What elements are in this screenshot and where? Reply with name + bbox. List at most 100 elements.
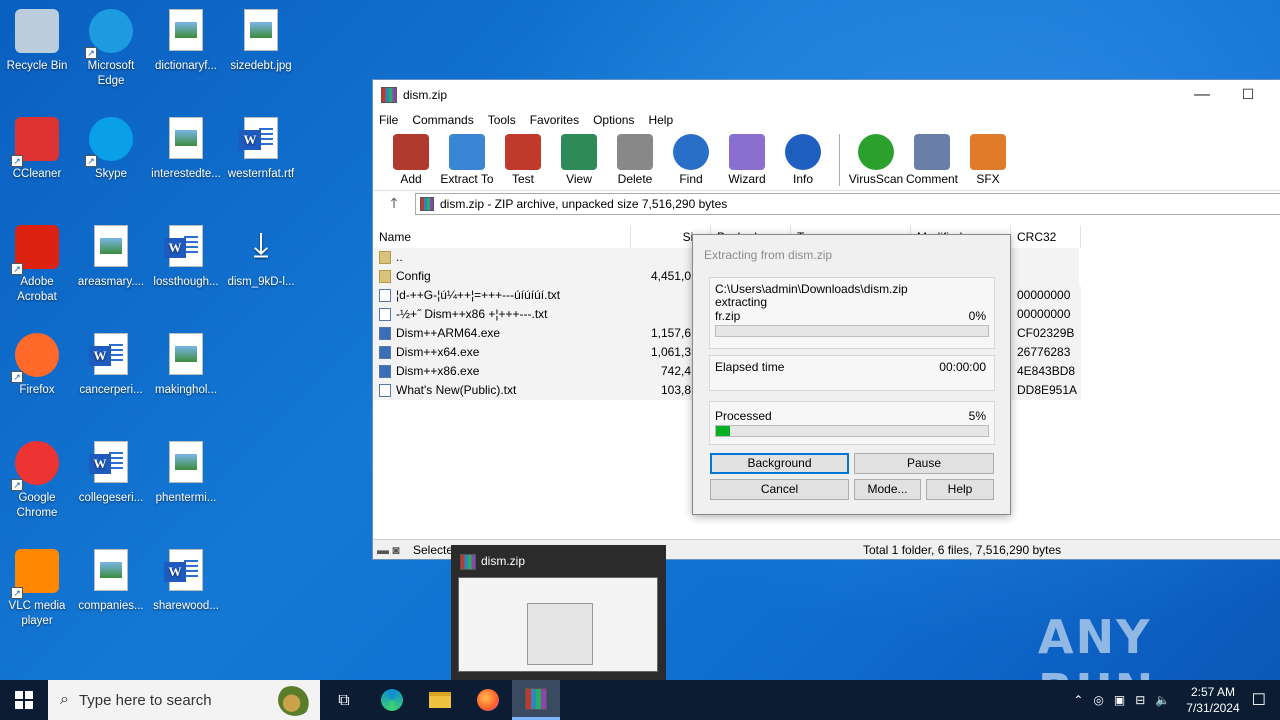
desktop-icon[interactable]: ↗ Google Chrome <box>0 437 74 521</box>
desktop-icon[interactable]: makinghol... <box>149 329 223 398</box>
desktop-icon[interactable]: areasmary.... <box>74 221 148 290</box>
start-button[interactable] <box>0 680 48 720</box>
search-box[interactable]: ⌕ Type here to search <box>48 680 320 720</box>
toolbar-button-wizard[interactable]: Wizard <box>719 134 775 186</box>
desktop-icon[interactable]: ⤓ dism_9kD-l... <box>224 221 298 290</box>
desktop-icon[interactable]: ↗ Microsoft Edge <box>74 5 148 89</box>
notification-icon[interactable]: ☐ <box>1252 690 1266 710</box>
find-icon <box>673 134 709 170</box>
toolbar-button-find[interactable]: Find <box>663 134 719 186</box>
taskbar-winrar[interactable] <box>512 680 560 720</box>
dialog-title: Extracting from dism.zip <box>704 248 833 262</box>
file-name: Config <box>396 269 431 283</box>
menu-item[interactable]: Options <box>593 113 634 127</box>
desktop-icon[interactable]: companies... <box>74 545 148 614</box>
toolbar-label: Comment <box>905 172 958 186</box>
task-view-button[interactable]: ⧉ <box>320 680 368 720</box>
file-crc: 00000000 <box>1011 286 1081 305</box>
taskbar-firefox[interactable] <box>464 680 512 720</box>
taskbar: ⌕ Type here to search ⧉ ⌃ ◎ ▣ ⊟ 🔈 2:57 A… <box>0 680 1280 720</box>
desktop-icon[interactable]: Wcollegeseri... <box>74 437 148 506</box>
text-file-icon <box>379 384 391 397</box>
file-name: Dism++x86.exe <box>396 364 480 378</box>
taskbar-explorer[interactable] <box>416 680 464 720</box>
extract-icon <box>449 134 485 170</box>
desktop-icon[interactable]: Wlossthough... <box>149 221 223 290</box>
menu-item[interactable]: Help <box>648 113 673 127</box>
desktop-icon[interactable]: ↗ Firefox <box>0 329 74 398</box>
desktop-icon[interactable]: ↗ VLC media player <box>0 545 74 629</box>
toolbar-button-comment[interactable]: Comment <box>904 134 960 186</box>
toolbar-button-view[interactable]: View <box>551 134 607 186</box>
toolbar-button-test[interactable]: Test <box>495 134 551 186</box>
desktop-icon[interactable]: sizedebt.jpg <box>224 5 298 74</box>
desktop-icon-label: collegeseri... <box>78 492 144 504</box>
column-name[interactable]: Name <box>373 226 631 248</box>
desktop-icon-label: Recycle Bin <box>6 60 68 72</box>
toolbar-label: VirusScan <box>848 172 904 186</box>
menu-item[interactable]: Favorites <box>530 113 579 127</box>
network-icon[interactable]: ◎ <box>1093 693 1103 707</box>
background-button[interactable]: Background <box>710 453 849 474</box>
toolbar-button-virusscan[interactable]: VirusScan <box>848 134 904 186</box>
mode-button[interactable]: Mode... <box>854 479 921 500</box>
desktop-icon[interactable]: ↗ Adobe Acrobat <box>0 221 74 305</box>
menu-item[interactable]: File <box>379 113 398 127</box>
up-arrow-icon[interactable]: ↑ <box>373 196 415 212</box>
minimize-button[interactable]: — <box>1187 86 1217 104</box>
ethernet-icon[interactable]: ⊟ <box>1135 693 1145 707</box>
chrome-icon: ↗ <box>11 441 61 491</box>
exe-file-icon <box>379 327 391 340</box>
firefox-icon: ↗ <box>11 333 61 383</box>
clock[interactable]: 2:57 AM 7/31/2024 <box>1186 684 1239 716</box>
file-name: Dism++ARM64.exe <box>396 326 501 340</box>
desktop-icon[interactable]: Wwesternfat.rtf <box>224 113 298 182</box>
maximize-button[interactable]: ☐ <box>1233 86 1263 103</box>
exe-file-icon <box>379 365 391 378</box>
desktop-icon[interactable]: ↗ CCleaner <box>0 113 74 182</box>
toolbar-button-add[interactable]: Add <box>383 134 439 186</box>
chevron-up-icon[interactable]: ⌃ <box>1073 693 1083 707</box>
file-crc: 26776283 <box>1011 343 1081 362</box>
toolbar: Add Extract To Test View Delete Find Wizard Inf… <box>373 130 1280 190</box>
taskbar-thumbnail[interactable]: dism.zip <box>451 545 666 680</box>
cancel-button[interactable]: Cancel <box>710 479 849 500</box>
menu-item[interactable]: Tools <box>488 113 516 127</box>
column-crc32[interactable]: CRC32 <box>1011 226 1081 248</box>
toolbar-button-delete[interactable]: Delete <box>607 134 663 186</box>
image-file-icon <box>87 549 135 597</box>
desktop-icon[interactable]: Wcancerperi... <box>74 329 148 398</box>
help-button[interactable]: Help <box>926 479 994 500</box>
desktop-icon-label: areasmary.... <box>77 276 145 288</box>
file-name-cell: Config <box>373 267 631 286</box>
desktop-icon[interactable]: Recycle Bin <box>0 5 74 74</box>
desktop-icon[interactable]: interestedte... <box>149 113 223 182</box>
taskbar-edge[interactable] <box>368 680 416 720</box>
pause-button[interactable]: Pause <box>854 453 994 474</box>
toolbar-label: Delete <box>617 172 653 186</box>
menu-item[interactable]: Commands <box>412 113 473 127</box>
address-text: dism.zip - ZIP archive, unpacked size 7,… <box>440 196 728 211</box>
toolbar-button-info[interactable]: Info <box>775 134 831 186</box>
file-crc: 00000000 <box>1011 305 1081 324</box>
file-name: Dism++x64.exe <box>396 345 480 359</box>
toolbar-button-sfx[interactable]: SFX <box>960 134 1016 186</box>
meet-now-icon[interactable]: ▣ <box>1114 693 1125 707</box>
clock-time: 2:57 AM <box>1190 685 1235 699</box>
file-name-cell: Dism++ARM64.exe <box>373 324 631 343</box>
desktop-icon[interactable]: ↗ Skype <box>74 113 148 182</box>
volume-icon[interactable]: 🔈 <box>1155 693 1170 707</box>
extract-dialog[interactable]: Extracting from dism.zip C:\Users\admin\… <box>692 234 1011 515</box>
word-doc-icon: W <box>237 117 285 165</box>
toolbar-button-extract-to[interactable]: Extract To <box>439 134 495 186</box>
desktop-icon[interactable]: phentermi... <box>149 437 223 506</box>
download-icon: ⤓ <box>253 226 269 264</box>
desktop-icon-label: phentermi... <box>155 492 217 504</box>
comment-icon <box>914 134 950 170</box>
address-field[interactable]: dism.zip - ZIP archive, unpacked size 7,… <box>415 192 1280 215</box>
desktop-icon[interactable]: dictionaryf... <box>149 5 223 74</box>
desktop-icon[interactable]: Wsharewood... <box>149 545 223 614</box>
thumbnail-preview <box>458 577 658 672</box>
title-bar[interactable]: dism.zip — ☐ <box>373 80 1280 110</box>
folder-icon <box>379 270 391 283</box>
